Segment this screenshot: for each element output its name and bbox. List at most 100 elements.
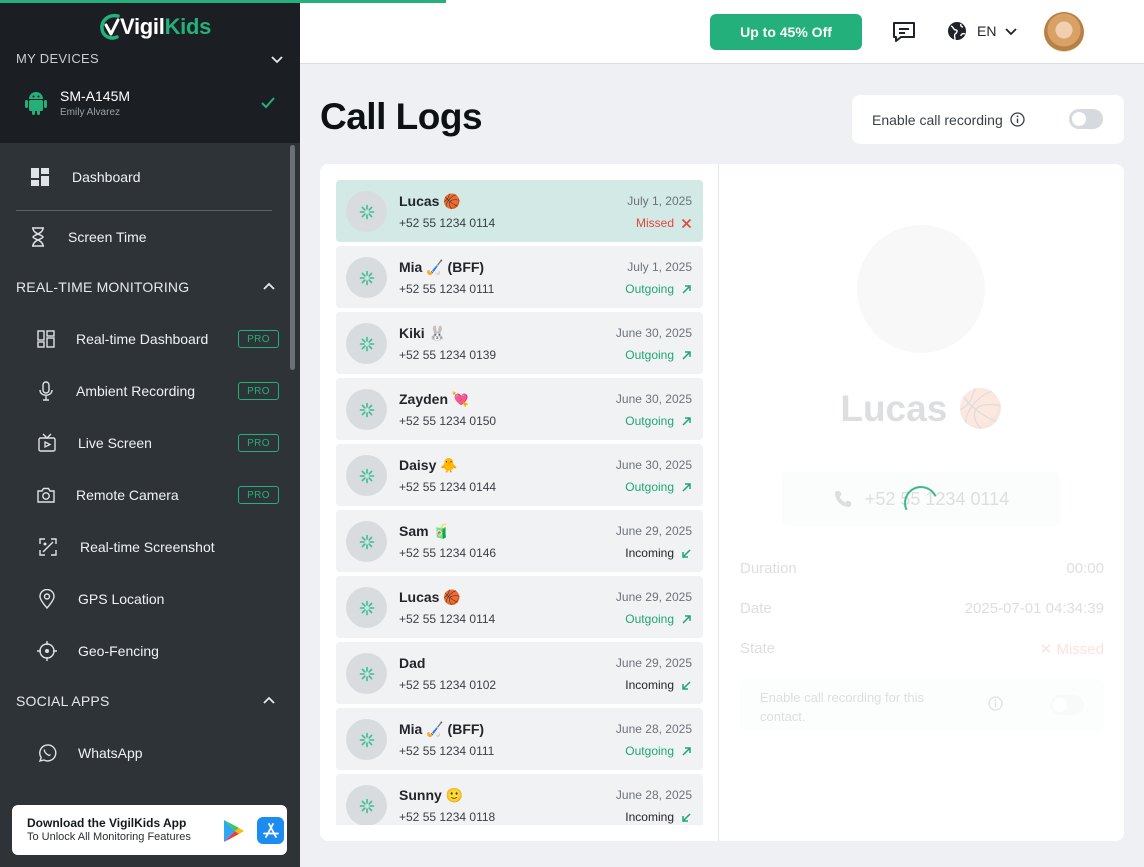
message-icon[interactable] (892, 21, 916, 43)
call-log-item[interactable]: Zayden 💘 +52 55 1234 0150 June 30, 2025 Out… (336, 378, 703, 440)
camera-icon (35, 484, 57, 506)
call-status-label: Outgoing (625, 282, 674, 296)
chevron-up-icon (263, 282, 275, 290)
call-log-item[interactable]: Kiki 🐰 +52 55 1234 0139 June 30, 2025 Outgo… (336, 312, 703, 374)
app-store-icon[interactable] (257, 817, 284, 844)
call-detail: Lucas 🏀 +52 55 1234 0114 Duration 00:00 … (720, 164, 1124, 841)
globe-icon (948, 22, 966, 41)
call-date: June 28, 2025 (615, 722, 692, 736)
top-bar: Up to 45% Off EN (300, 0, 1144, 64)
sidebar-item-realtime-dashboard[interactable]: Real-time Dashboard PRO (0, 319, 290, 359)
device-selector[interactable]: SM-A145M Emily Alvarez (24, 86, 276, 120)
chevron-down-icon (271, 55, 283, 63)
call-list: Lucas 🏀 +52 55 1234 0114 July 1, 2025 Misse… (320, 164, 719, 841)
contact-avatar-loading-icon (346, 389, 387, 430)
call-recording-toggle[interactable] (1069, 109, 1103, 129)
sidebar-item-live-screen[interactable]: Live Screen PRO (0, 423, 290, 463)
sidebar-item-label: Real-time Screenshot (80, 539, 215, 555)
crosshair-icon (36, 640, 58, 662)
arrow-down-left-icon (681, 812, 692, 823)
sidebar-item-dashboard[interactable]: Dashboard (0, 157, 290, 197)
sidebar-item-screen-time[interactable]: Screen Time (0, 217, 290, 257)
grid-dashboard-icon (35, 328, 57, 350)
contact-avatar-loading-icon (346, 323, 387, 364)
social-apps-section[interactable]: SOCIAL APPS (16, 693, 276, 709)
my-devices-toggle[interactable]: MY DEVICES (16, 51, 284, 66)
pro-badge: PRO (238, 382, 279, 400)
call-date: July 1, 2025 (627, 194, 692, 208)
sidebar-item-whatsapp[interactable]: WhatsApp (0, 733, 290, 773)
contact-recording-toggle[interactable] (1050, 695, 1084, 715)
vigilkids-logo[interactable]: VigilKids (98, 8, 211, 42)
call-status-label: Outgoing (625, 348, 674, 362)
call-date: June 29, 2025 (615, 656, 692, 670)
call-status-label: Incoming (625, 678, 674, 692)
sidebar-scrollbar[interactable] (290, 145, 295, 370)
info-icon[interactable] (1010, 112, 1025, 127)
google-play-icon[interactable] (223, 819, 245, 843)
language-selector[interactable]: EN (947, 21, 1018, 41)
close-icon (681, 218, 692, 229)
sidebar-item-geo-fencing[interactable]: Geo-Fencing (0, 631, 290, 671)
arrow-up-right-icon (681, 746, 692, 757)
page-loading-bar (0, 0, 446, 3)
pro-badge: PRO (238, 330, 279, 348)
sidebar-item-ambient-recording[interactable]: Ambient Recording PRO (0, 371, 290, 411)
call-phone-number: +52 55 1234 0111 (399, 744, 495, 758)
date-label: Date (740, 600, 772, 617)
call-date: June 30, 2025 (615, 326, 692, 340)
call-status: Outgoing (625, 480, 692, 494)
info-icon[interactable] (988, 696, 1003, 711)
section-title: SOCIAL APPS (16, 693, 110, 709)
download-app-banner[interactable]: Download the VigilKids App To Unlock All… (12, 805, 287, 855)
sidebar-item-label: WhatsApp (78, 745, 143, 761)
call-status-label: Missed (635, 216, 674, 230)
call-status: Incoming (625, 810, 692, 824)
contact-avatar-loading-icon (346, 455, 387, 496)
sidebar-item-remote-camera[interactable]: Remote Camera PRO (0, 475, 290, 515)
duration-row: Duration 00:00 (740, 560, 1104, 577)
call-contact-name: Mia 🏑 (BFF) (399, 259, 485, 275)
call-log-item[interactable]: Sam 🧃 +52 55 1234 0146 June 29, 2025 Incomi… (336, 510, 703, 572)
arrow-down-left-icon (681, 680, 692, 691)
call-phone-number: +52 55 1234 0111 (399, 282, 495, 296)
sidebar-item-gps-location[interactable]: GPS Location (0, 579, 290, 619)
call-date: July 1, 2025 (627, 260, 692, 274)
call-logs-panel: Lucas 🏀 +52 55 1234 0114 July 1, 2025 Misse… (320, 164, 1124, 841)
pro-badge: PRO (238, 486, 279, 504)
call-log-item[interactable]: Lucas 🏀 +52 55 1234 0114 July 1, 2025 Misse… (336, 180, 703, 242)
contact-avatar-loading-icon (346, 191, 387, 232)
call-log-item[interactable]: Mia 🏑 (BFF) +52 55 1234 0111 June 28, 2025… (336, 708, 703, 770)
call-log-item[interactable]: Mia 🏑 (BFF) +52 55 1234 0111 July 1, 2025 O… (336, 246, 703, 308)
contact-avatar-loading-icon (346, 587, 387, 628)
call-phone-number: +52 55 1234 0118 (399, 810, 496, 824)
sidebar-item-label: Remote Camera (76, 487, 179, 503)
promo-button[interactable]: Up to 45% Off (710, 14, 862, 50)
state-row: State ✕ Missed (740, 640, 1104, 658)
realtime-monitoring-section[interactable]: REAL-TIME MONITORING (16, 279, 276, 295)
contact-avatar-loading-icon (346, 785, 387, 825)
screenshot-icon (37, 536, 59, 558)
call-status-label: Incoming (625, 810, 674, 824)
sidebar-item-label: Geo-Fencing (78, 643, 159, 659)
logo-text: VigilKids (120, 14, 212, 39)
call-contact-name: Kiki 🐰 (399, 325, 446, 341)
call-status: Incoming (625, 678, 692, 692)
sidebar-item-label: Live Screen (78, 435, 152, 451)
call-status: Outgoing (625, 414, 692, 428)
call-log-item[interactable]: Dad +52 55 1234 0102 June 29, 2025 Incoming (336, 642, 703, 704)
call-contact-name: Sunny 🙂 (399, 787, 464, 803)
user-avatar[interactable] (1044, 12, 1084, 52)
microphone-icon (35, 380, 57, 402)
call-status-label: Outgoing (625, 744, 674, 758)
section-title: REAL-TIME MONITORING (16, 279, 190, 295)
call-list-scroll[interactable]: Lucas 🏀 +52 55 1234 0114 July 1, 2025 Misse… (336, 180, 703, 825)
sidebar-item-realtime-screenshot[interactable]: Real-time Screenshot (0, 527, 290, 567)
sidebar-item-label: Screen Time (68, 229, 147, 245)
call-log-item[interactable]: Lucas 🏀 +52 55 1234 0114 June 29, 2025 Outg… (336, 576, 703, 638)
arrow-down-left-icon (681, 548, 692, 559)
call-status: Outgoing (625, 744, 692, 758)
sidebar-header: VigilKids MY DEVICES SM-A145M Emily Alva… (0, 0, 300, 143)
call-log-item[interactable]: Sunny 🙂 +52 55 1234 0118 June 28, 2025 Inco… (336, 774, 703, 825)
call-log-item[interactable]: Daisy 🐥 +52 55 1234 0144 June 30, 2025 Outg… (336, 444, 703, 506)
